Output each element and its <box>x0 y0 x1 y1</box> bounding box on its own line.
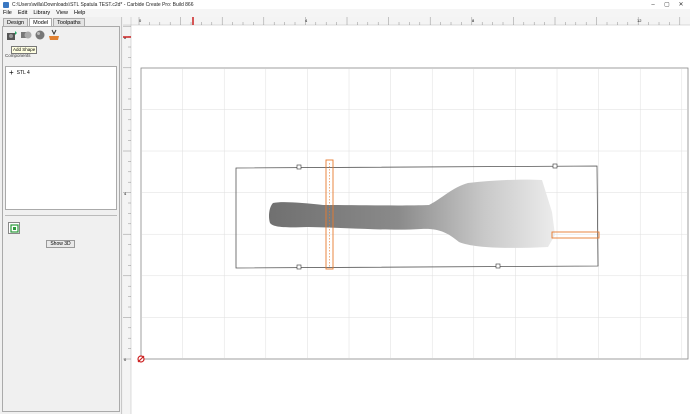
minimize-button[interactable]: – <box>646 0 660 9</box>
resize-handle[interactable] <box>552 163 558 169</box>
origin-icon <box>137 355 145 363</box>
import-image-icon <box>49 29 59 40</box>
add-shape-button[interactable] <box>20 29 32 41</box>
resize-handle[interactable] <box>296 164 302 170</box>
add-icon: + <box>9 68 14 77</box>
window-title: C:\Users\willa\Downloads\STL Spatula TES… <box>12 1 194 8</box>
left-panel: Design Model Toolpaths Add Shape Compone… <box>0 17 122 414</box>
add-shape-icon <box>21 31 32 39</box>
ruler-label: 12 <box>637 18 642 23</box>
select-tool-button[interactable] <box>8 222 20 234</box>
menu-bar: File Edit Library View Help <box>0 9 690 17</box>
show-3d-button[interactable]: Show 3D <box>46 240 75 248</box>
design-canvas[interactable]: 0 4 8 12 8 4 0 <box>123 17 690 414</box>
panel-tabs: Design Model Toolpaths <box>3 18 86 26</box>
left-ruler <box>123 17 131 414</box>
select-icon <box>9 223 19 233</box>
menu-help[interactable]: Help <box>74 10 85 16</box>
list-item[interactable]: + STL 4 <box>9 68 30 77</box>
resize-handle[interactable] <box>296 264 302 270</box>
components-list[interactable]: + STL 4 <box>5 66 117 210</box>
sphere-icon <box>35 30 45 40</box>
menu-view[interactable]: View <box>56 10 68 16</box>
window-controls: – ▢ ✕ <box>646 0 688 9</box>
tab-design[interactable]: Design <box>3 18 29 26</box>
import-image-button[interactable] <box>48 29 60 41</box>
tab-model[interactable]: Model <box>29 18 53 26</box>
menu-edit[interactable]: Edit <box>18 10 27 16</box>
close-button[interactable]: ✕ <box>674 0 688 9</box>
menu-file[interactable]: File <box>3 10 12 16</box>
menu-library[interactable]: Library <box>33 10 50 16</box>
sphere-button[interactable] <box>34 29 46 41</box>
title-bar: C:\Users\willa\Downloads\STL Spatula TES… <box>0 0 690 9</box>
model-toolbar <box>6 29 62 41</box>
import-model-icon <box>7 31 17 40</box>
top-ruler <box>123 17 690 25</box>
canvas-area[interactable]: 0 4 8 12 8 4 0 <box>123 17 690 414</box>
import-model-button[interactable] <box>6 29 18 41</box>
tab-toolpaths[interactable]: Toolpaths <box>53 18 85 26</box>
divider <box>5 215 117 216</box>
component-label: STL 4 <box>16 70 30 76</box>
resize-handle[interactable] <box>495 263 501 269</box>
maximize-button[interactable]: ▢ <box>660 0 674 9</box>
components-label: Components <box>5 53 31 58</box>
app-icon <box>3 1 9 8</box>
